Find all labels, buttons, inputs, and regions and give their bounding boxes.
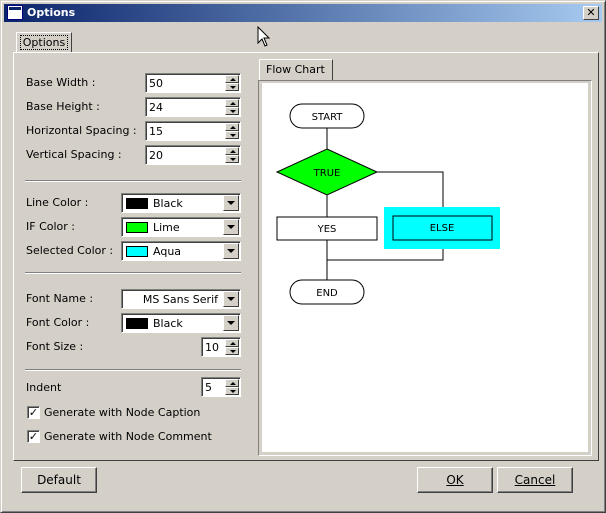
selected-color-swatch	[126, 246, 148, 257]
base-width-value: 50	[149, 77, 163, 90]
font-color-label: Font Color :	[26, 316, 90, 329]
font-name-select[interactable]: MS Sans Serif	[121, 289, 241, 309]
spin-up-icon[interactable]	[225, 339, 239, 347]
window-icon	[7, 5, 23, 20]
horizontal-spacing-value: 15	[149, 125, 163, 138]
font-name-value: MS Sans Serif	[142, 293, 218, 306]
spin-up-icon[interactable]	[225, 379, 239, 387]
gen-caption-label: Generate with Node Caption	[44, 406, 201, 419]
condition-node-label: TRUE	[313, 168, 341, 179]
default-button[interactable]: Default	[21, 467, 97, 493]
else-node-label: ELSE	[430, 223, 455, 234]
chevron-down-icon[interactable]	[223, 315, 239, 331]
options-dialog: Options ✕ Options Base Width : 50 Base H…	[0, 0, 606, 513]
flow-chart-canvas: START TRUE YES ELSE END	[262, 83, 588, 452]
title-bar[interactable]: Options	[4, 4, 602, 22]
base-height-spinner[interactable]: 24	[145, 97, 241, 117]
font-color-value: Black	[153, 317, 183, 330]
indent-spinner[interactable]: 5	[201, 377, 241, 397]
if-color-select[interactable]: Lime	[121, 217, 241, 237]
spin-down-icon[interactable]	[225, 387, 239, 395]
spin-up-icon[interactable]	[225, 123, 239, 131]
horizontal-spacing-spinner[interactable]: 15	[145, 121, 241, 141]
start-node-label: START	[312, 112, 344, 123]
vertical-spacing-value: 20	[149, 149, 163, 162]
chevron-down-icon[interactable]	[223, 291, 239, 307]
ok-button[interactable]: OK	[417, 467, 493, 493]
separator	[25, 272, 241, 274]
close-icon: ✕	[586, 6, 596, 19]
spin-up-icon[interactable]	[225, 99, 239, 107]
font-size-value: 10	[205, 341, 219, 354]
line-color-select[interactable]: Black	[121, 193, 241, 213]
spin-up-icon[interactable]	[225, 75, 239, 83]
line-color-label: Line Color :	[26, 196, 89, 209]
separator	[25, 369, 241, 371]
connector-line	[377, 171, 444, 207]
flow-chart-svg: START TRUE YES ELSE END	[275, 103, 500, 305]
tab-options[interactable]: Options	[16, 32, 72, 53]
horizontal-spacing-label: Horizontal Spacing :	[26, 124, 137, 137]
tab-flow-chart-label: Flow Chart	[266, 63, 325, 76]
cancel-button[interactable]: Cancel	[497, 467, 573, 493]
separator	[25, 180, 241, 182]
spin-down-icon[interactable]	[225, 131, 239, 139]
close-button[interactable]: ✕	[583, 6, 599, 20]
spin-down-icon[interactable]	[225, 347, 239, 355]
end-node-label: END	[316, 288, 338, 299]
mouse-cursor-icon	[257, 26, 271, 47]
line-color-value: Black	[153, 197, 183, 210]
yes-node-label: YES	[317, 224, 337, 235]
gen-comment-checkbox[interactable]: ✓	[27, 430, 40, 443]
font-size-spinner[interactable]: 10	[201, 337, 241, 357]
font-size-label: Font Size :	[26, 340, 84, 353]
base-height-label: Base Height :	[26, 100, 100, 113]
chevron-down-icon[interactable]	[223, 219, 239, 235]
vertical-spacing-label: Vertical Spacing :	[26, 148, 122, 161]
if-color-swatch	[126, 222, 148, 233]
gen-caption-checkbox[interactable]: ✓	[27, 406, 40, 419]
vertical-spacing-spinner[interactable]: 20	[145, 145, 241, 165]
default-button-label: Default	[37, 473, 81, 487]
window-title: Options	[27, 6, 76, 19]
cancel-button-label: Cancel	[514, 473, 556, 487]
font-name-label: Font Name :	[26, 292, 94, 305]
chevron-down-icon[interactable]	[223, 195, 239, 211]
font-color-swatch	[126, 318, 148, 329]
tab-options-label: Options	[19, 35, 69, 50]
spin-down-icon[interactable]	[225, 83, 239, 91]
tab-flow-chart[interactable]: Flow Chart	[259, 59, 333, 81]
chevron-down-icon[interactable]	[223, 243, 239, 259]
if-color-label: IF Color :	[26, 220, 75, 233]
base-width-spinner[interactable]: 50	[145, 73, 241, 93]
if-color-value: Lime	[153, 221, 180, 234]
ok-button-label: OK	[446, 473, 464, 487]
selected-color-value: Aqua	[153, 245, 182, 258]
gen-comment-label: Generate with Node Comment	[44, 430, 212, 443]
selected-color-label: Selected Color :	[26, 244, 114, 257]
indent-label: Indent	[26, 381, 62, 394]
font-color-select[interactable]: Black	[121, 313, 241, 333]
spin-down-icon[interactable]	[225, 107, 239, 115]
indent-value: 5	[205, 381, 212, 394]
line-color-swatch	[126, 198, 148, 209]
base-height-value: 24	[149, 101, 163, 114]
spin-up-icon[interactable]	[225, 147, 239, 155]
base-width-label: Base Width :	[26, 76, 96, 89]
selected-color-select[interactable]: Aqua	[121, 241, 241, 261]
spin-down-icon[interactable]	[225, 155, 239, 163]
